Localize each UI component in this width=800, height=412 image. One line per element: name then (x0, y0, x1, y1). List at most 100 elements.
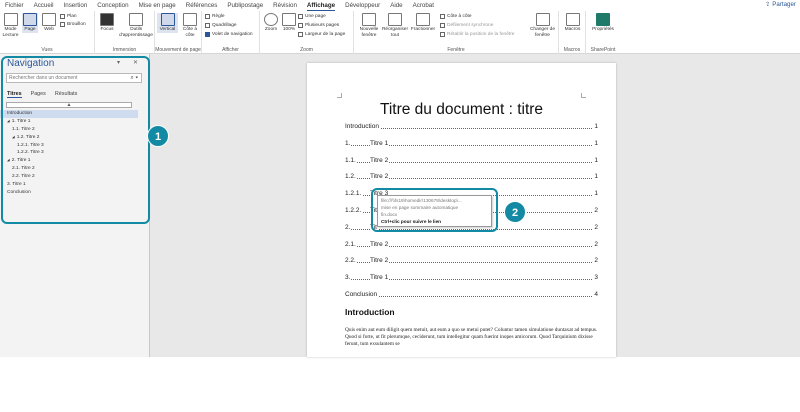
multiple-pages-button[interactable]: Plusieurs pages (298, 23, 339, 28)
mode-lecture-label: Mode Lecture (2, 27, 19, 38)
zoom-button[interactable]: Zoom (262, 13, 280, 33)
switch-window-icon (535, 13, 550, 26)
one-page-button[interactable]: Une page (298, 14, 326, 19)
toc-number: 1.2. (345, 173, 357, 181)
toc-page-number: 2 (593, 257, 598, 265)
toc-row[interactable]: 2.1. Titre 2 2 (345, 238, 598, 255)
menu-tab[interactable]: Publipostage (222, 0, 268, 11)
toc-row[interactable]: 1.1. Titre 2 1 (345, 154, 598, 171)
ribbon: Mode Lecture Page Web Plan Brouillon Vue… (0, 11, 800, 54)
group-vues: Mode Lecture Page Web Plan Brouillon Vue… (0, 11, 95, 54)
multiple-pages-icon (298, 23, 303, 28)
new-window-button[interactable]: Nouvelle fenêtre (357, 13, 381, 38)
macros-label: Macros (564, 27, 581, 32)
margin-marker (581, 93, 586, 98)
page-icon (23, 13, 37, 26)
learning-tools-button[interactable]: Outils d'apprentissage (119, 13, 153, 38)
page-width-label: Largeur de la page (305, 32, 346, 37)
ruler-checkbox[interactable]: Règle (205, 14, 225, 19)
zoom-100-label: 100% (282, 27, 296, 32)
properties-button[interactable]: Propriétés (588, 13, 618, 33)
reading-mode-icon (3, 13, 18, 26)
toc-row[interactable]: 2.2. Titre 2 2 (345, 254, 598, 271)
one-page-label: Une page (305, 14, 326, 19)
reset-window-button[interactable]: Rétablir la position de la fenêtre (440, 32, 514, 37)
toc-title: Titre 2 (370, 173, 390, 181)
web-view-button[interactable]: Web (41, 13, 57, 33)
side-by-side-button[interactable]: Côte à côte (180, 13, 200, 38)
vertical-label: Vertical (159, 27, 176, 32)
toc-page-number: 2 (593, 206, 598, 214)
group-macros: Macros Macros (559, 11, 586, 54)
page-width-icon (298, 32, 303, 37)
document-title: Titre du document : titre (379, 101, 544, 118)
toc-title: Introduction (345, 123, 380, 130)
menu-tab[interactable]: Développeur (340, 0, 385, 11)
toc-page-number: 2 (593, 223, 598, 231)
menu-tab[interactable]: Fichier (0, 0, 29, 11)
toc-number: 2.1. (345, 240, 357, 248)
switch-window-label: Changer de fenêtre (529, 27, 556, 38)
menu-tab[interactable]: Affichage (302, 0, 340, 11)
one-page-icon (298, 14, 303, 19)
toc-page-number: 1 (593, 123, 598, 130)
sharepoint-icon (596, 13, 610, 26)
zoom-100-icon (282, 13, 296, 26)
toc-number: 1. (345, 139, 352, 147)
menu-tab[interactable]: Conception (92, 0, 133, 11)
menu-tab[interactable]: Acrobat (408, 0, 439, 11)
sync-scroll-button[interactable]: Défilement synchrone (440, 23, 493, 28)
gridlines-checkbox[interactable]: Quadrillage (205, 23, 237, 28)
vertical-button[interactable]: Vertical (157, 13, 178, 33)
fenetre-group-label: Fenêtre (447, 47, 465, 53)
toc-row[interactable]: 1.2. Titre 2 1 (345, 170, 598, 187)
toc-page-number: 3 (593, 274, 598, 282)
menu-tab[interactable]: Aide (385, 0, 407, 11)
callout-frame-1 (1, 56, 150, 224)
menu-tab[interactable]: Mise en page (134, 0, 181, 11)
reset-window-icon (440, 32, 445, 37)
plan-icon (60, 14, 65, 19)
toc-row[interactable]: Conclusion 4 (345, 288, 598, 305)
split-button[interactable]: Fractionner (409, 13, 437, 33)
macros-button[interactable]: Macros (561, 13, 584, 33)
focus-button[interactable]: Focus (98, 13, 116, 33)
split-icon (416, 13, 430, 26)
toc-row[interactable]: 1. Titre 1 1 (345, 137, 598, 154)
menu-tab[interactable]: Révision (268, 0, 302, 11)
view-side-by-side-label: Côte à côte (447, 14, 472, 19)
toc-title: Titre 2 (370, 240, 390, 248)
toc-row[interactable]: Introduction 1 (345, 120, 598, 137)
toc-title: Titre 2 (370, 156, 390, 164)
toc-title: Conclusion (345, 290, 379, 298)
view-side-by-side-icon (440, 14, 445, 19)
menu-tab[interactable]: Insertion (59, 0, 93, 11)
mode-lecture-button[interactable]: Mode Lecture (2, 13, 19, 38)
brouillon-button[interactable]: Brouillon (60, 22, 86, 27)
page-view-button[interactable]: Page (22, 13, 38, 33)
learning-tools-label: Outils d'apprentissage (119, 27, 153, 38)
arrange-all-label: Réorganiser tout (381, 27, 409, 38)
navigation-pane-checkbox[interactable]: Volet de navigation (205, 32, 253, 37)
menu-tab[interactable]: Accueil (29, 0, 59, 11)
gridlines-label: Quadrillage (212, 23, 237, 28)
toc-page-number: 2 (593, 240, 598, 248)
zoom-100-button[interactable]: 100% (281, 13, 297, 33)
vertical-icon (160, 13, 175, 26)
plan-button[interactable]: Plan (60, 14, 77, 19)
toc-title: Titre 1 (370, 274, 390, 282)
view-side-by-side-button[interactable]: Côte à côte (440, 14, 472, 19)
switch-window-button[interactable]: Changer de fenêtre (528, 13, 557, 38)
properties-label: Propriétés (592, 27, 614, 32)
toc-row[interactable]: 3. Titre 1 3 (345, 271, 598, 288)
arrange-all-button[interactable]: Réorganiser tout (381, 13, 409, 38)
page-width-button[interactable]: Largeur de la page (298, 32, 345, 37)
introduction-paragraph: Quis enim aut eum diligit quem metuit, a… (345, 327, 598, 347)
toc-page-number: 4 (593, 290, 598, 298)
share-button[interactable]: ⇪ Partager (765, 1, 796, 8)
brouillon-label: Brouillon (67, 22, 86, 27)
afficher-group-label: Afficher (222, 47, 239, 53)
menu-bar: Fichier Accueil Insertion Conception Mise en… (0, 0, 800, 11)
menu-tab[interactable]: Références (181, 0, 223, 11)
group-sharepoint: Propriétés SharePoint (586, 11, 620, 54)
